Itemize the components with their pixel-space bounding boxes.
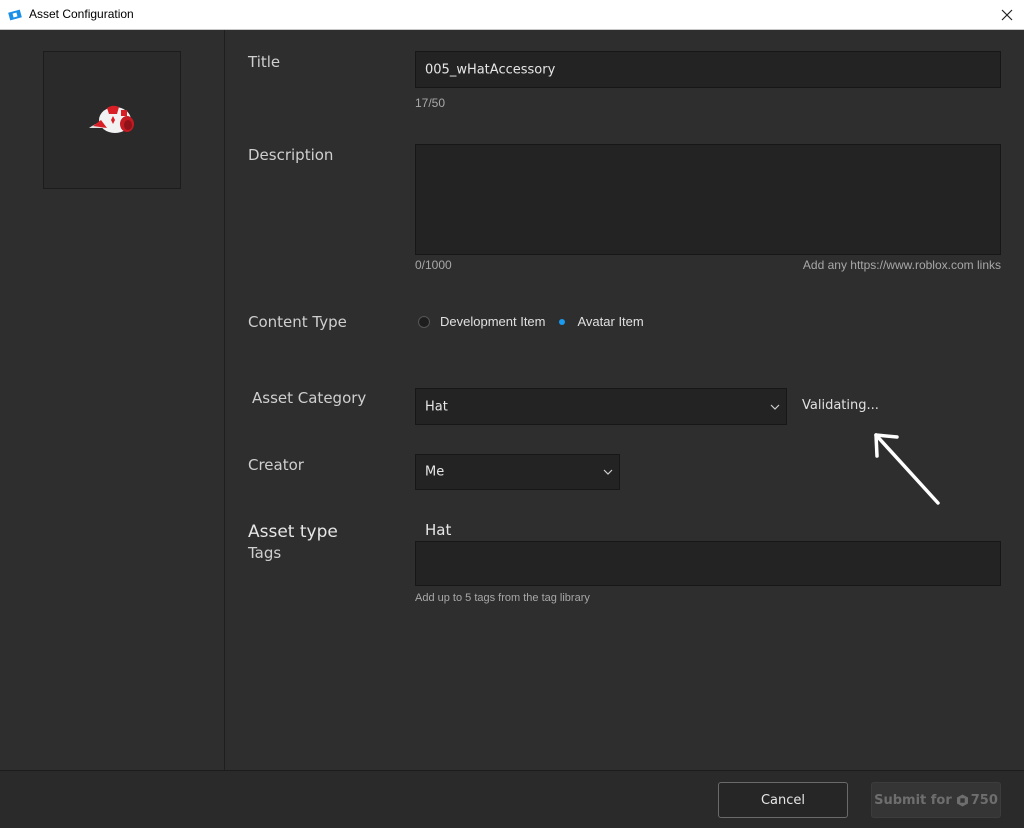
roblox-studio-icon xyxy=(8,9,22,21)
configuration-form: Title 005_wHatAccessory 17/50 Descriptio… xyxy=(226,30,1024,770)
cancel-button[interactable]: Cancel xyxy=(718,782,848,818)
arrow-annotation-icon xyxy=(874,433,940,505)
avatar-item-radio[interactable] xyxy=(556,316,568,328)
tags-input[interactable] xyxy=(415,541,1001,586)
content-type-radio-group: Development Item Avatar Item xyxy=(418,314,654,329)
asset-category-value: Hat xyxy=(425,399,448,414)
close-icon xyxy=(1001,9,1013,20)
content-type-label: Content Type xyxy=(248,313,347,331)
robux-icon xyxy=(956,794,968,806)
asset-thumbnail xyxy=(43,51,181,189)
avatar-item-label[interactable]: Avatar Item xyxy=(578,314,644,329)
window-title: Asset Configuration xyxy=(29,7,134,21)
description-label: Description xyxy=(248,146,334,164)
development-item-label[interactable]: Development Item xyxy=(440,314,546,329)
validating-status: Validating... xyxy=(802,398,879,413)
title-input-value: 005_wHatAccessory xyxy=(425,62,556,77)
description-char-counter: 0/1000 xyxy=(415,258,452,272)
title-label: Title xyxy=(248,53,281,71)
creator-dropdown[interactable]: Me xyxy=(415,454,620,490)
creator-label: Creator xyxy=(248,456,304,474)
title-bar: Asset Configuration xyxy=(0,0,1024,30)
title-char-counter: 17/50 xyxy=(415,96,446,110)
chevron-down-icon xyxy=(603,469,613,475)
tags-hint: Add up to 5 tags from the tag library xyxy=(415,592,590,604)
title-input[interactable]: 005_wHatAccessory xyxy=(415,51,1001,88)
submit-button[interactable]: Submit for 750 xyxy=(871,782,1001,818)
submit-button-label: Submit for xyxy=(874,792,952,808)
tags-label: Tags xyxy=(248,544,282,562)
creator-value: Me xyxy=(425,464,445,480)
submit-price: 750 xyxy=(970,792,998,808)
description-input[interactable] xyxy=(415,144,1001,255)
asset-type-label: Asset type xyxy=(248,522,338,542)
cancel-button-label: Cancel xyxy=(760,792,806,808)
chevron-down-icon xyxy=(770,404,780,410)
hat-preview-image xyxy=(89,105,134,133)
description-links-hint: Add any https://www.roblox.com links xyxy=(802,258,1001,272)
footer-bar: Cancel Submit for 750 xyxy=(0,770,1024,828)
development-item-radio[interactable] xyxy=(418,315,430,328)
asset-type-value: Hat xyxy=(425,521,452,539)
close-button[interactable] xyxy=(990,0,1024,29)
preview-panel xyxy=(0,30,225,770)
asset-category-dropdown[interactable]: Hat xyxy=(415,388,787,425)
asset-category-label: Asset Category xyxy=(252,389,367,407)
